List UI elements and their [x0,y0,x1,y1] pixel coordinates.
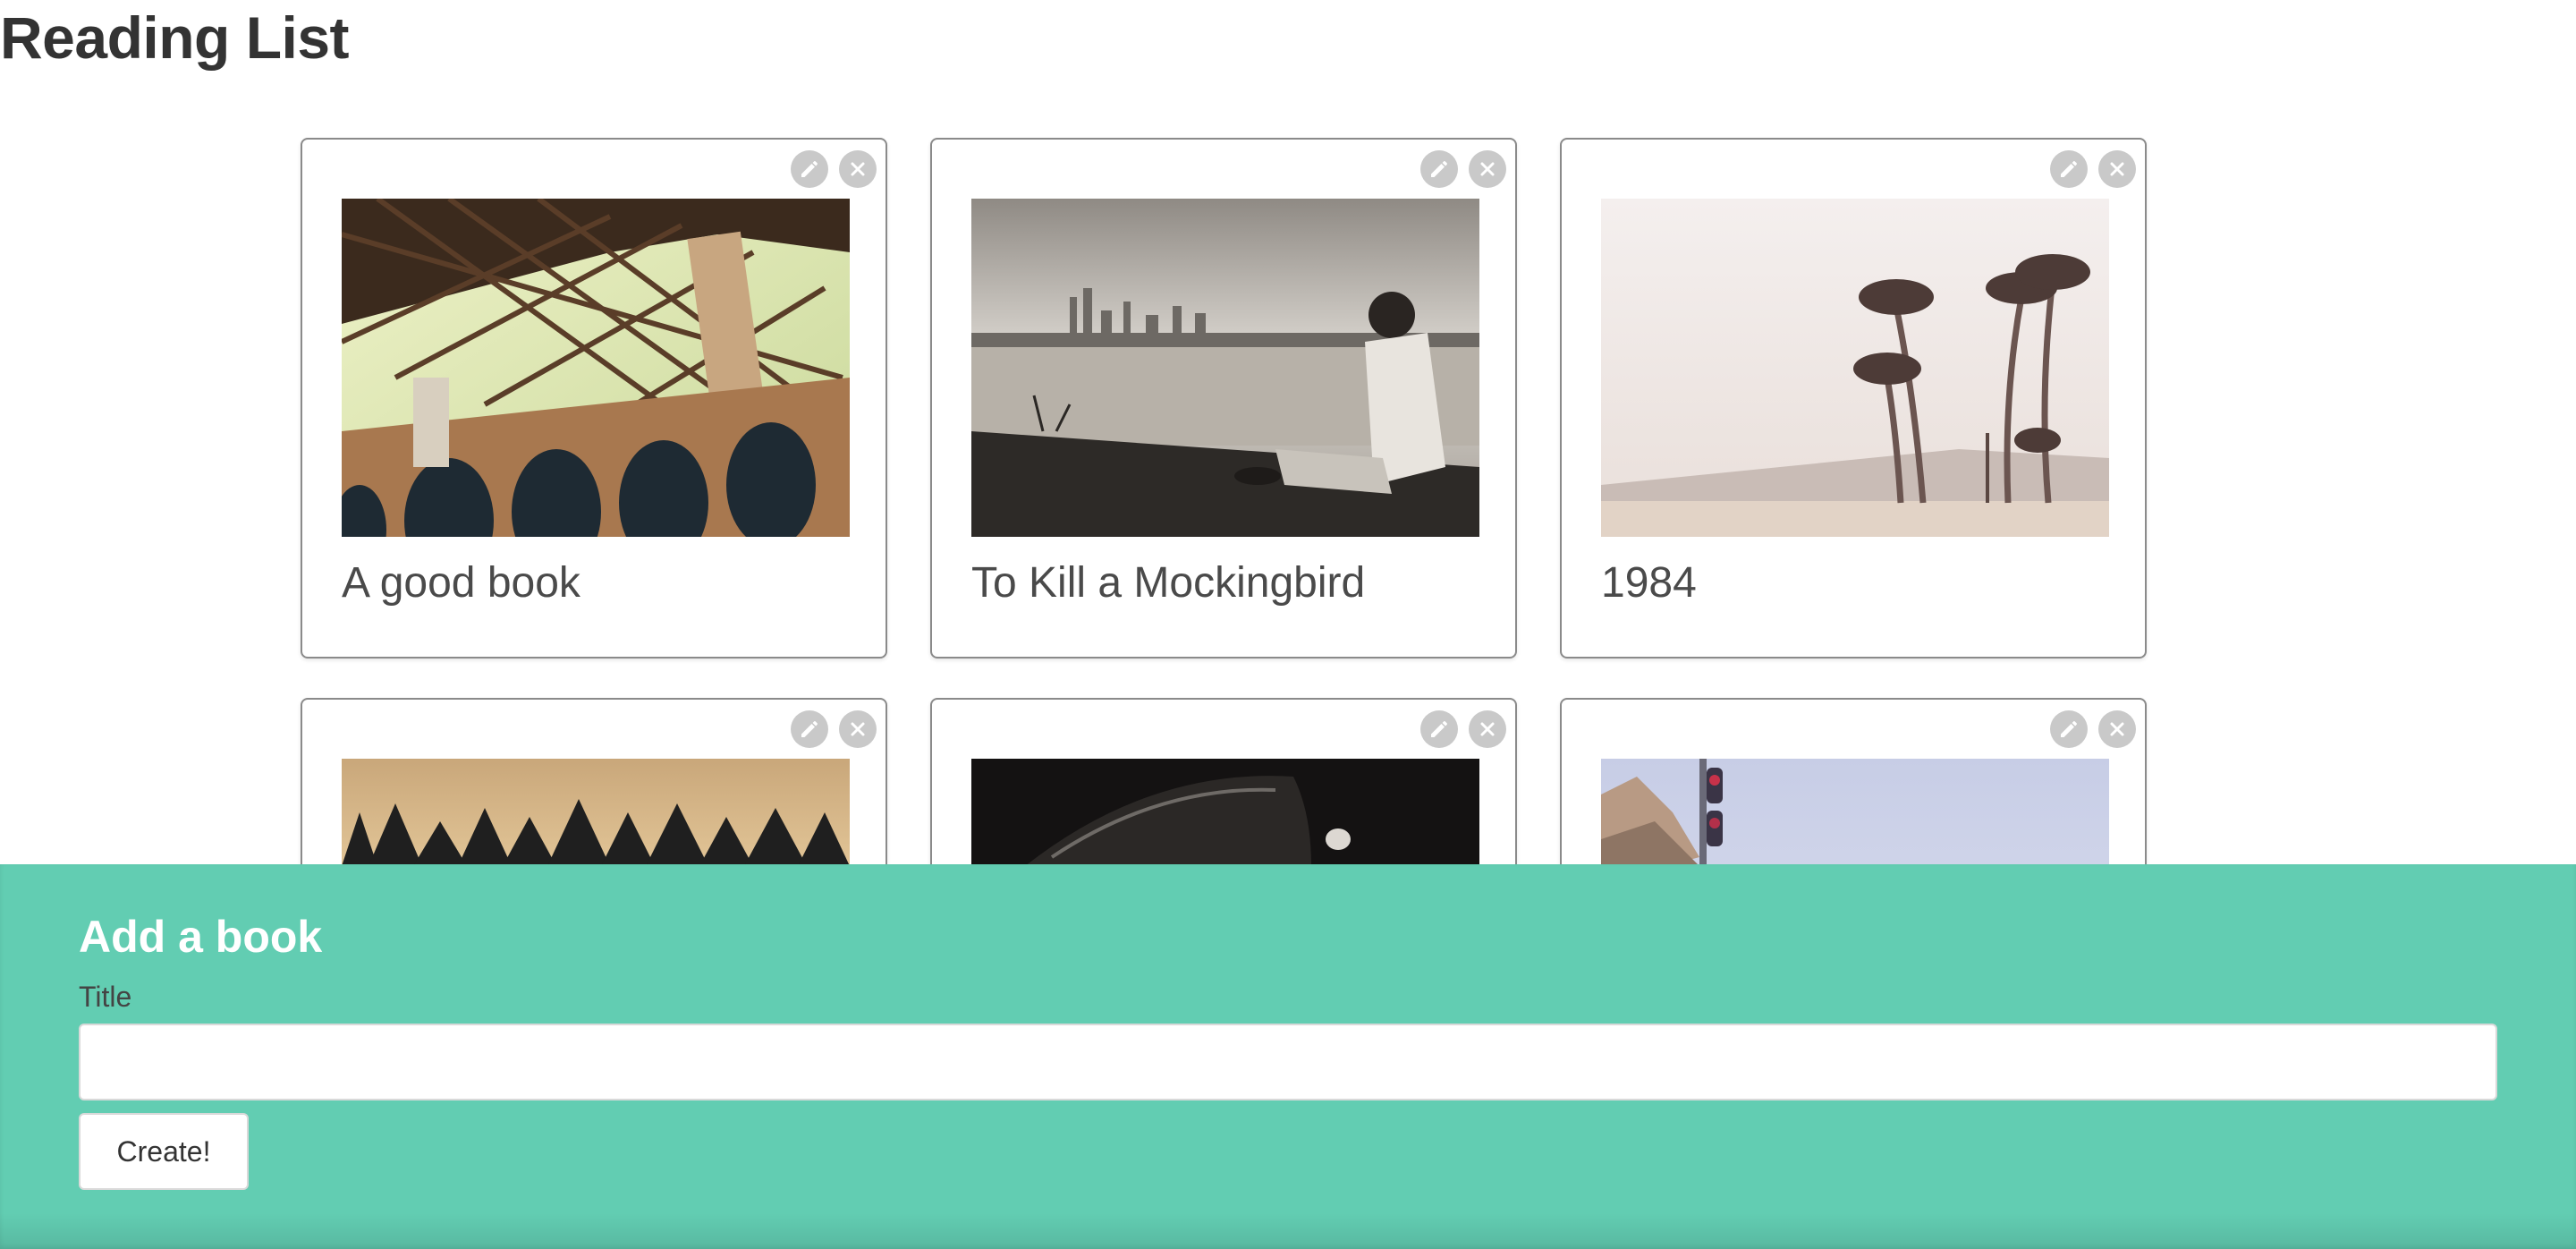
create-button[interactable]: Create! [79,1113,249,1190]
close-icon[interactable] [2098,150,2136,188]
pencil-glyph [1431,161,1447,177]
pencil-glyph [2061,721,2077,737]
book-title: To Kill a Mockingbird [971,559,1366,607]
card-actions [2050,150,2136,188]
close-icon[interactable] [839,150,877,188]
close-glyph [2110,722,2124,736]
title-input[interactable] [79,1024,2497,1100]
close-glyph [1480,722,1495,736]
card-actions [1420,150,1506,188]
close-icon[interactable] [839,710,877,748]
book-title: 1984 [1601,559,1697,607]
add-book-panel: Add a book Title Create! [0,864,2576,1249]
man-by-lake-city-skyline-photo [971,199,1479,537]
add-book-heading: Add a book [79,912,323,962]
reading-list-page: Reading List A good book To Kill a Mocki… [0,0,2576,1249]
pencil-icon[interactable] [2050,150,2088,188]
card-actions [791,710,877,748]
book-cover-image [971,199,1479,537]
card-actions [2050,710,2136,748]
pencil-icon[interactable] [791,710,828,748]
pencil-glyph [1431,721,1447,737]
book-card: To Kill a Mockingbird [930,138,1517,658]
close-glyph [851,162,865,176]
close-icon[interactable] [2098,710,2136,748]
pencil-icon[interactable] [1420,150,1458,188]
close-icon[interactable] [1469,710,1506,748]
pencil-icon[interactable] [2050,710,2088,748]
pencil-glyph [801,721,818,737]
card-actions [1420,710,1506,748]
book-cover-image [1601,199,2109,537]
title-field-label: Title [79,981,132,1013]
page-title: Reading List [0,4,350,71]
close-icon[interactable] [1469,150,1506,188]
close-glyph [851,722,865,736]
palm-trees-beach-photo [1601,199,2109,537]
close-glyph [1480,162,1495,176]
pencil-glyph [2061,161,2077,177]
book-card: A good book [301,138,887,658]
book-card: 1984 [1560,138,2147,658]
pencil-glyph [801,161,818,177]
panel-bottom-shadow [0,1213,2576,1249]
book-cover-image [342,199,850,537]
book-title: A good book [342,559,580,607]
golden-gate-bridge-photo [342,199,850,537]
close-glyph [2110,162,2124,176]
pencil-icon[interactable] [791,150,828,188]
card-actions [791,150,877,188]
pencil-icon[interactable] [1420,710,1458,748]
